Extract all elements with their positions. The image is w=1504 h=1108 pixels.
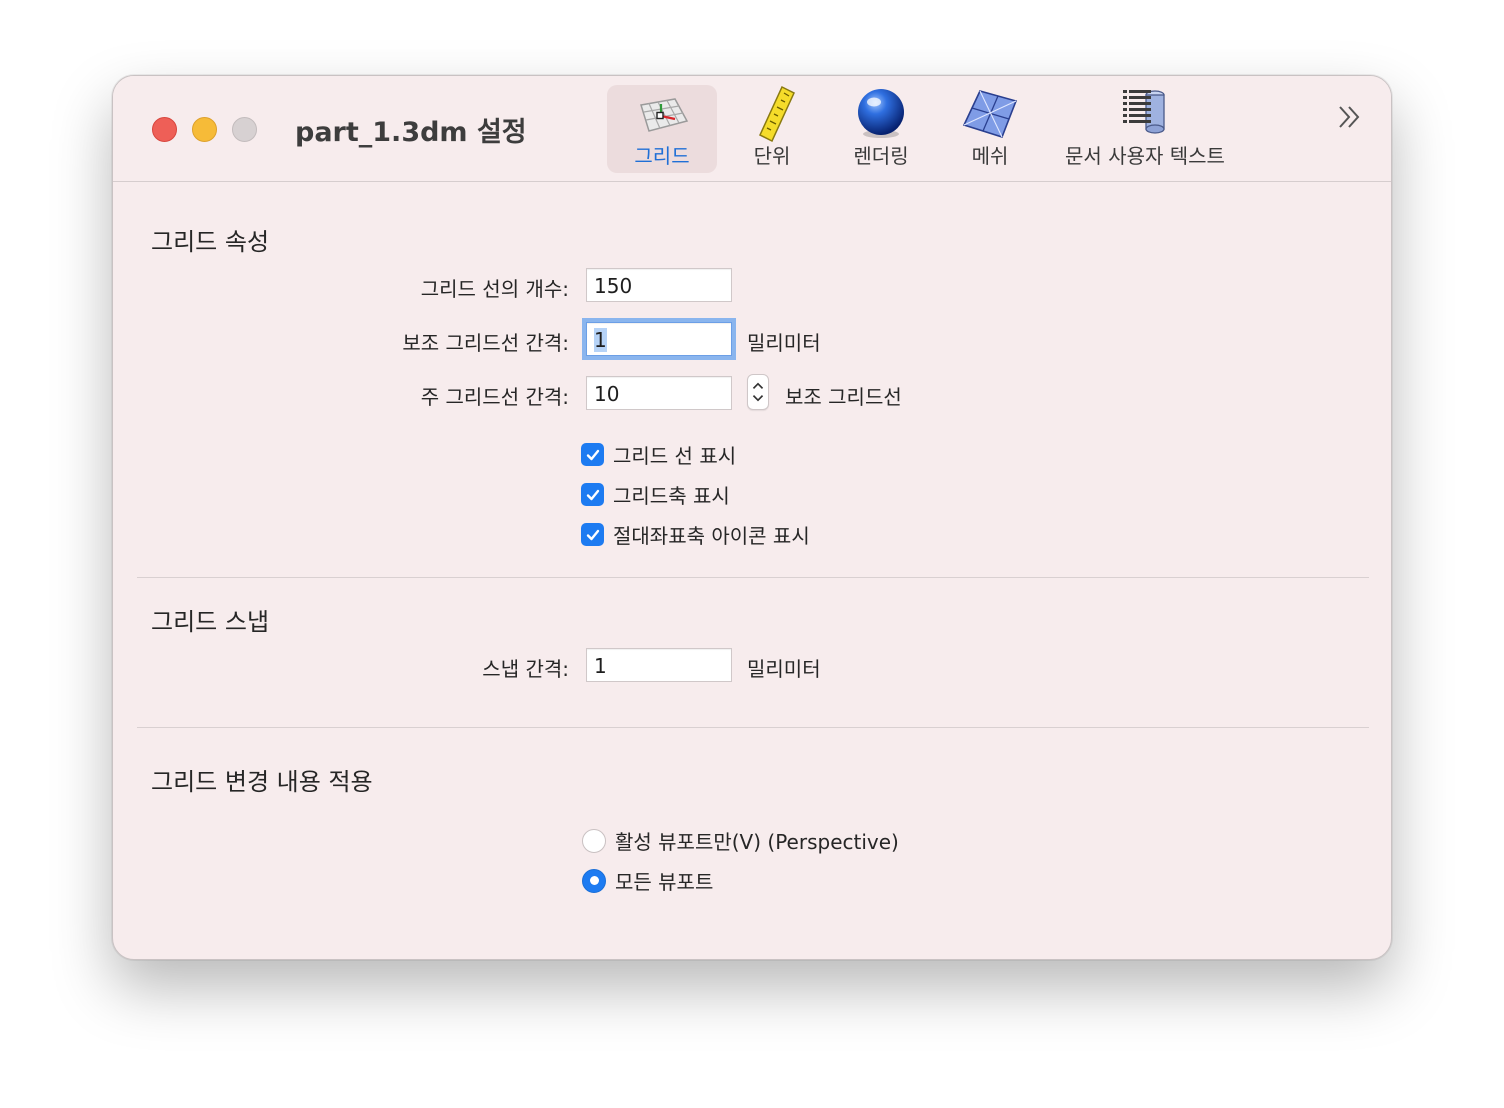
snap-spacing-label: 스냅 간격: (482, 657, 569, 681)
major-grid-spacing-input[interactable]: 10 (586, 376, 732, 410)
minimize-button[interactable] (192, 117, 217, 142)
selected-text: 1 (594, 328, 607, 352)
major-grid-spacing-unit: 보조 그리드선 (785, 385, 902, 409)
sphere-icon (858, 89, 904, 138)
show-grid-lines-checkbox[interactable]: 그리드 선 표시 (581, 440, 736, 469)
toolbar-tab-units[interactable]: 단위 (727, 85, 817, 173)
show-grid-axes-checkbox[interactable]: 그리드축 표시 (581, 480, 730, 509)
toolbar-tab-label: 메쉬 (971, 144, 1009, 168)
section-divider (137, 727, 1369, 728)
window-title: part_1.3dm 설정 (295, 117, 527, 148)
checkmark-icon (581, 483, 604, 506)
toolbar-tab-label: 단위 (753, 144, 791, 168)
radio-indicator (582, 868, 606, 893)
active-viewport-only-radio[interactable]: 활성 뷰포트만(V) (Perspective) (582, 826, 899, 855)
toolbar-tab-label: 그리드 (634, 144, 690, 168)
checkbox-label: 그리드 선 표시 (613, 444, 737, 468)
ruler-icon (759, 85, 795, 143)
minor-grid-spacing-input[interactable]: 1 (582, 318, 736, 360)
checkmark-icon (581, 523, 604, 546)
chevron-double-right-icon[interactable] (1335, 102, 1365, 132)
toolbar-tab-mesh[interactable]: 메쉬 (945, 85, 1035, 173)
checkbox-label: 절대좌표축 아이콘 표시 (613, 524, 810, 548)
checkmark-icon (581, 443, 604, 466)
major-grid-spacing-label: 주 그리드선 간격: (420, 385, 569, 409)
section-title-grid-snap: 그리드 스냅 (151, 608, 270, 636)
close-button[interactable] (152, 117, 177, 142)
toolbar-tab-rendering[interactable]: 렌더링 (831, 85, 931, 173)
section-title-grid-properties: 그리드 속성 (151, 228, 270, 256)
radio-indicator (582, 828, 606, 853)
zoom-button[interactable] (232, 117, 257, 142)
minor-grid-spacing-label: 보조 그리드선 간격: (402, 331, 569, 355)
all-viewports-radio[interactable]: 모든 뷰포트 (582, 866, 713, 895)
grid-line-count-label: 그리드 선의 개수: (420, 277, 569, 301)
checkbox-label: 그리드축 표시 (613, 484, 730, 508)
mesh-icon (962, 90, 1018, 138)
document-text-icon (1123, 90, 1165, 134)
section-title-apply-changes: 그리드 변경 내용 적용 (151, 768, 373, 796)
minor-grid-spacing-unit: 밀리미터 (747, 331, 821, 355)
grid-line-count-input[interactable]: 150 (586, 268, 732, 302)
show-world-axes-icon-checkbox[interactable]: 절대좌표축 아이콘 표시 (581, 520, 810, 549)
radio-label: 활성 뷰포트만(V) (Perspective) (615, 830, 899, 854)
snap-spacing-unit: 밀리미터 (747, 657, 821, 681)
toolbar-tab-label: 문서 사용자 텍스트 (1065, 144, 1225, 168)
section-divider (137, 577, 1369, 578)
grid-icon (640, 98, 689, 132)
major-grid-spacing-stepper[interactable] (747, 374, 769, 410)
snap-spacing-input[interactable]: 1 (586, 648, 732, 682)
toolbar-tab-label: 렌더링 (853, 144, 909, 168)
toolbar-tab-document-user-text[interactable]: 문서 사용자 텍스트 (1057, 85, 1233, 173)
settings-window: part_1.3dm 설정 그리드 단위 렌더링 메쉬 문서 사용자 텍스트 그… (112, 75, 1392, 960)
toolbar-tab-grid[interactable]: 그리드 (607, 85, 717, 173)
title-bar: part_1.3dm 설정 그리드 단위 렌더링 메쉬 문서 사용자 텍스트 (113, 76, 1391, 182)
radio-label: 모든 뷰포트 (615, 870, 714, 894)
